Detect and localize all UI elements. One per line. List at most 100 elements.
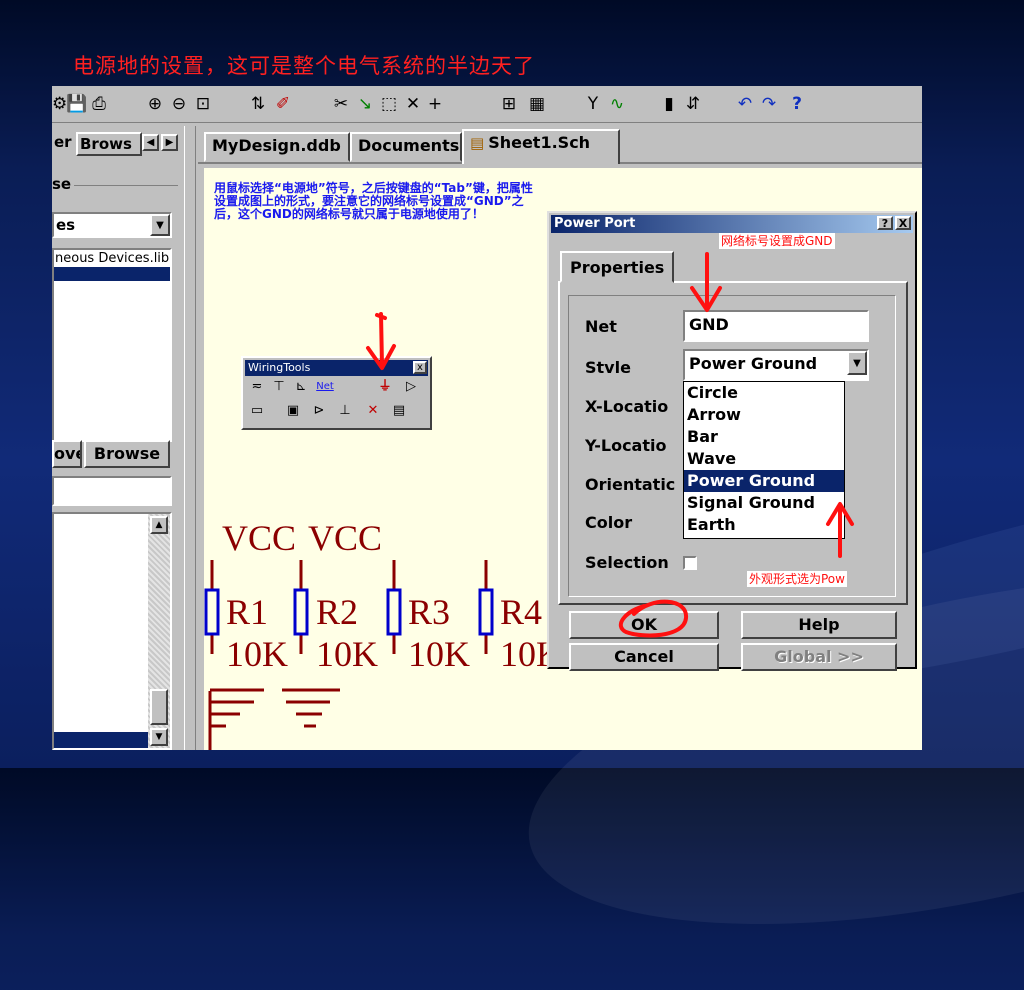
tab-sheet1[interactable]: ▤ Sheet1.Sch [462,129,620,164]
browse-type-value: es [56,216,76,234]
library-selection-highlight [54,267,170,281]
waveform-icon[interactable]: ∿ [606,93,628,115]
scroll-up-icon[interactable]: ▲ [150,516,168,534]
open-folder-icon[interactable]: ⚙ [52,93,67,115]
component-icon[interactable]: ▦ [526,93,548,115]
scrollbar-thumb[interactable] [150,689,168,725]
tab-mydesign-label: MyDesign.ddb [212,136,341,155]
filter-input[interactable] [52,476,172,506]
browse-section-label: se [52,175,75,193]
net-annotation-note: 网络标号设置成GND [719,233,835,249]
move-cross-icon[interactable]: + [424,93,446,115]
bus-entry-icon[interactable]: ⊾ [291,378,311,396]
marquee-select-icon[interactable]: ⬚ [378,93,400,115]
wand-icon[interactable]: ✐ [272,93,294,115]
resistor-body [386,588,402,636]
wiring-tools-palette: WiringTools x ≂ ⊤ ⊾ Net ⏚ ▷ ▭ ▣ ⊳ ⊥ ✕ ▤ [241,356,432,430]
help-button[interactable]: Help [741,611,897,639]
no-erc-icon[interactable]: ✕ [363,402,383,420]
x-location-label: X-Locatio [585,397,669,416]
junction-icon[interactable]: ⊥ [335,402,355,420]
zoom-fit-icon[interactable]: ⊡ [192,93,214,115]
probe-icon[interactable]: Y [582,93,604,115]
bus-tool-icon[interactable]: ⊤ [269,378,289,396]
main-toolbar: ⚙ 💾 ⎙ ⊕ ⊖ ⊡ ⇅ ✐ ✂ ↘ ⬚ ✕ + ⊞ ▦ Y ∿ ▮ ⇵ ↶ … [52,86,922,123]
pcb-layout-icon[interactable]: ▤ [389,402,409,420]
cut-icon[interactable]: ✂ [330,93,352,115]
net-label-icon[interactable]: Net [315,378,335,396]
global-button[interactable]: Global >> [741,643,897,671]
resistor-ref: R4 [500,592,543,632]
style-select-value: Power Ground [689,354,818,373]
book-icon[interactable]: ▮ [658,93,680,115]
style-option-earth[interactable]: Earth [684,514,844,536]
selection-checkbox[interactable] [683,556,697,570]
zoom-out-icon[interactable]: ⊖ [168,93,190,115]
net-field[interactable]: GND [683,310,869,342]
help-title-button[interactable]: ? [877,216,893,230]
browse-tab[interactable]: Brows [76,132,142,156]
schematic-sheet-icon: ▤ [470,134,485,152]
style-option-wave[interactable]: Wave [684,448,844,470]
part-icon[interactable]: ▭ [247,402,267,420]
tab-documents-label: Documents [358,136,460,155]
chevron-down-icon[interactable]: ▼ [847,351,867,375]
color-label: Color [585,513,633,532]
browse-type-select[interactable]: es ▼ [52,212,172,238]
library-list[interactable]: neous Devices.lib [52,248,172,442]
close-icon[interactable]: x [413,361,427,374]
library-item[interactable]: neous Devices.lib [54,250,170,267]
resistor-ref: R3 [408,592,451,632]
y-location-label: Y-Locatio [585,436,667,455]
zoom-in-icon[interactable]: ⊕ [144,93,166,115]
library-icon[interactable]: ⊞ [498,93,520,115]
component-list[interactable]: ▲ ▼ [52,512,172,750]
browse-button[interactable]: Browse [84,440,170,468]
component-list-scrollbar[interactable]: ▲ ▼ [148,514,170,748]
tab-scroll-left-button[interactable]: ◀ [142,134,159,151]
style-option-bar[interactable]: Bar [684,426,844,448]
tab-properties[interactable]: Properties [560,251,675,283]
section-divider [66,185,178,186]
resistor-body [293,588,309,636]
style-option-power-ground[interactable]: Power Ground [684,470,844,492]
dialog-title: Power Port [554,216,636,231]
style-select[interactable]: Power Ground ▼ [683,349,869,381]
ok-button[interactable]: OK [569,611,719,639]
cancel-button[interactable]: Cancel [569,643,719,671]
select-icon[interactable]: ↘ [354,93,376,115]
port-icon[interactable]: ▷ [401,378,421,396]
tab-mydesign[interactable]: MyDesign.ddb [204,132,350,162]
design-manager-panel: er Brows ◀ ▶ se es ▼ neous Devices.lib o… [52,126,184,750]
power-ground-icon[interactable]: ⏚ [375,378,395,396]
style-option-signal-ground[interactable]: Signal Ground [684,492,844,514]
style-option-circle[interactable]: Circle [684,382,844,404]
sheet-entry-icon[interactable]: ⊳ [309,402,329,420]
tab-scroll-right-button[interactable]: ▶ [161,134,178,151]
tab-documents[interactable]: Documents [350,132,462,162]
orientation-label: Orientatic [585,475,676,494]
dialog-title-bar: Power Port ? X [551,215,913,233]
style-dropdown-list[interactable]: Circle Arrow Bar Wave Power Ground Signa… [683,381,845,539]
style-option-arrow[interactable]: Arrow [684,404,844,426]
close-icon[interactable]: X [895,216,911,230]
explorer-tab-partial[interactable]: er [52,132,74,156]
compile-icon[interactable]: ⇵ [682,93,704,115]
wire-tool-icon[interactable]: ≂ [247,378,267,396]
net-label: Net [585,317,617,336]
chevron-down-icon[interactable]: ▼ [150,214,170,236]
help-icon[interactable]: ? [786,93,808,115]
resistor-body [204,588,220,636]
sheet-symbol-icon[interactable]: ▣ [283,402,303,420]
remove-button[interactable]: ove [52,440,82,468]
hierarchy-icon[interactable]: ⇅ [247,93,269,115]
panel-splitter[interactable] [184,126,196,750]
scroll-down-icon[interactable]: ▼ [150,728,168,746]
application-screenshot: ⚙ 💾 ⎙ ⊕ ⊖ ⊡ ⇅ ✐ ✂ ↘ ⬚ ✕ + ⊞ ▦ Y ∿ ▮ ⇵ ↶ … [52,86,922,750]
redo-icon[interactable]: ↷ [758,93,780,115]
print-icon[interactable]: ⎙ [88,93,110,115]
undo-icon[interactable]: ↶ [734,93,756,115]
save-icon[interactable]: 💾 [66,93,87,115]
style-annotation-note: 外观形式选为Pow [747,571,847,587]
deselect-icon[interactable]: ✕ [402,93,424,115]
